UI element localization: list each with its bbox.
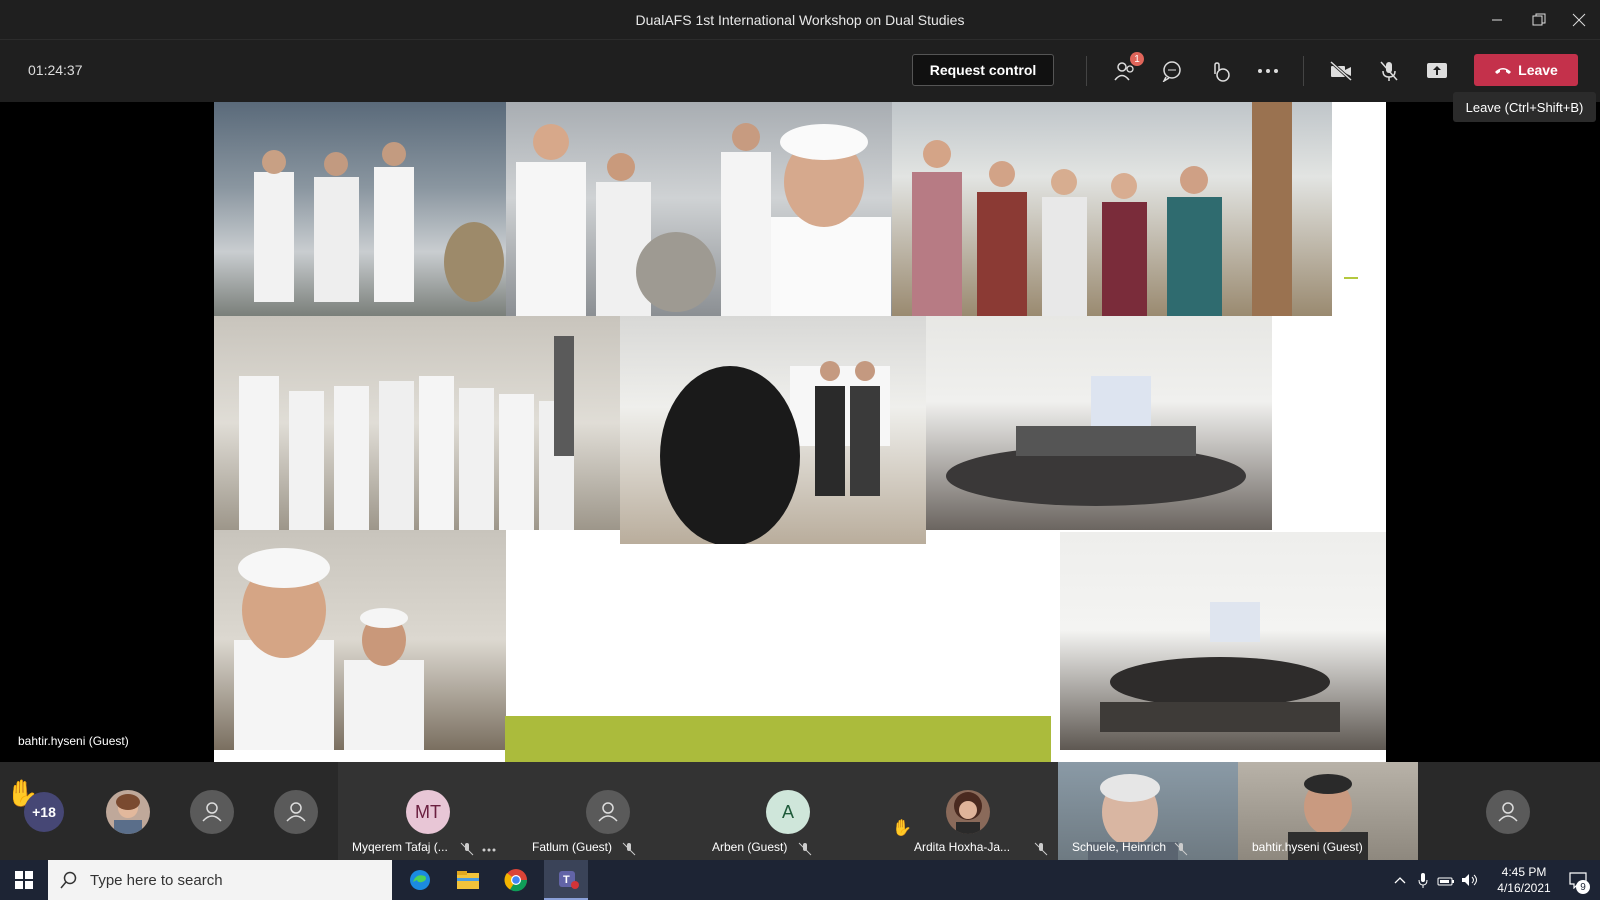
- participant-name: Schuele, Heinrich: [1072, 840, 1167, 854]
- participant-tile-arben[interactable]: A Arben (Guest): [698, 762, 878, 860]
- slide-accent-line: [1344, 277, 1358, 279]
- taskbar-clock[interactable]: 4:45 PM 4/16/2021: [1484, 860, 1564, 900]
- avatar-initials: A: [766, 790, 810, 834]
- shared-content-stage: bahtir.hyseni (Guest): [0, 102, 1600, 762]
- person-icon: [1498, 802, 1518, 822]
- title-bar: DualAFS 1st International Workshop on Du…: [0, 0, 1600, 40]
- chrome-browser-icon[interactable]: [500, 864, 532, 896]
- leave-button[interactable]: Leave: [1474, 54, 1578, 86]
- avatar-participant-photo: [946, 790, 990, 834]
- phone-hangup-icon: [1495, 68, 1512, 74]
- network-icon[interactable]: [1434, 860, 1458, 900]
- participant-name: bahtir.hyseni (Guest): [1252, 840, 1363, 854]
- show-hidden-icons-chevron-icon[interactable]: [1388, 860, 1412, 900]
- svg-text:T: T: [563, 874, 570, 886]
- shared-slide: [214, 102, 1386, 762]
- participant-strip: ✋ +18 MT Myqerem Tafaj (... Fatlum (Gues…: [0, 762, 1600, 860]
- file-explorer-icon[interactable]: [452, 864, 484, 896]
- avatar-generic: [586, 790, 630, 834]
- more-participants-button[interactable]: +18: [24, 792, 64, 832]
- notification-center-icon[interactable]: 9: [1560, 860, 1596, 900]
- participant-tile-schuele[interactable]: Schuele, Heinrich: [1058, 762, 1238, 860]
- microphone-icon[interactable]: [1412, 860, 1434, 900]
- participant-tile-bahtir[interactable]: bahtir.hyseni (Guest): [1238, 762, 1418, 860]
- muted-mic-icon: [1174, 842, 1188, 856]
- slide-accent-bar: [505, 716, 1051, 762]
- close-icon[interactable]: [1556, 0, 1600, 40]
- muted-mic-icon: [1034, 842, 1048, 856]
- participant-name: Ardita Hoxha-Ja...: [914, 840, 1011, 854]
- request-control-button[interactable]: Request control: [912, 54, 1054, 86]
- camera-off-icon[interactable]: [1326, 56, 1356, 86]
- photo-lab-team-2: [506, 102, 892, 316]
- volume-icon[interactable]: [1458, 860, 1482, 900]
- avatar-generic-1[interactable]: [190, 790, 234, 834]
- participant-name: Fatlum (Guest): [532, 840, 613, 854]
- photo-students-group: [892, 102, 1332, 316]
- windows-taskbar: Type here to search T 4:45 PM 4/16/2021 …: [0, 860, 1600, 900]
- raised-hand-icon: ✋: [892, 820, 912, 837]
- muted-mic-icon: [460, 842, 474, 856]
- participant-tile-fatlum[interactable]: Fatlum (Guest): [518, 762, 698, 860]
- more-options-icon[interactable]: [482, 848, 496, 852]
- avatar-initials: MT: [406, 790, 450, 834]
- presenter-label: bahtir.hyseni (Guest): [18, 734, 129, 748]
- chat-icon[interactable]: [1157, 56, 1187, 86]
- clock-time: 4:45 PM: [1501, 865, 1547, 879]
- clock-date: 4/16/2021: [1497, 881, 1551, 895]
- toolbar-separator: [1303, 56, 1304, 86]
- person-icon: [286, 802, 306, 822]
- meeting-toolbar: 01:24:37 Request control 1 Leave: [0, 40, 1600, 102]
- participants-badge: 1: [1130, 52, 1144, 66]
- minimize-icon[interactable]: [1474, 0, 1520, 40]
- teams-app-icon[interactable]: T: [544, 860, 588, 900]
- muted-mic-icon: [622, 842, 636, 856]
- toolbar-separator: [1086, 56, 1087, 86]
- share-screen-icon[interactable]: [1422, 56, 1452, 86]
- notification-count: 9: [1576, 880, 1590, 894]
- more-options-icon[interactable]: [1253, 56, 1283, 86]
- leave-tooltip: Leave (Ctrl+Shift+B): [1453, 92, 1596, 122]
- edge-browser-icon[interactable]: [404, 864, 436, 896]
- mic-off-icon[interactable]: [1374, 56, 1404, 86]
- search-placeholder: Type here to search: [90, 871, 223, 889]
- participants-icon[interactable]: 1: [1110, 52, 1144, 86]
- participant-name: Arben (Guest): [712, 840, 788, 854]
- muted-mic-icon: [798, 842, 812, 856]
- photo-meeting-talk: [620, 316, 926, 544]
- participant-name: Myqerem Tafaj (...: [352, 840, 448, 854]
- taskbar-search-box[interactable]: Type here to search: [48, 860, 392, 900]
- avatar-generic-2[interactable]: [274, 790, 318, 834]
- photo-conference-room-2: [1060, 532, 1386, 750]
- participant-tile-ardita[interactable]: ✋ Ardita Hoxha-Ja...: [878, 762, 1058, 860]
- search-icon: [60, 871, 77, 889]
- participant-tile-mt[interactable]: MT Myqerem Tafaj (...: [338, 762, 518, 860]
- avatar-participant-photo[interactable]: [106, 790, 150, 834]
- person-icon: [202, 802, 222, 822]
- window-title: DualAFS 1st International Workshop on Du…: [635, 12, 965, 28]
- photo-lab-team-1: [214, 102, 506, 316]
- avatar-generic-3[interactable]: [1486, 790, 1530, 834]
- call-timer: 01:24:37: [28, 62, 83, 78]
- person-icon: [598, 802, 618, 822]
- reactions-icon[interactable]: [1205, 56, 1235, 86]
- leave-label: Leave: [1518, 62, 1558, 78]
- photo-conference-room-1: [926, 316, 1272, 530]
- photo-lab-selfie: [214, 530, 506, 750]
- windows-start-icon[interactable]: [0, 860, 48, 900]
- photo-lab-team-3: [214, 316, 620, 530]
